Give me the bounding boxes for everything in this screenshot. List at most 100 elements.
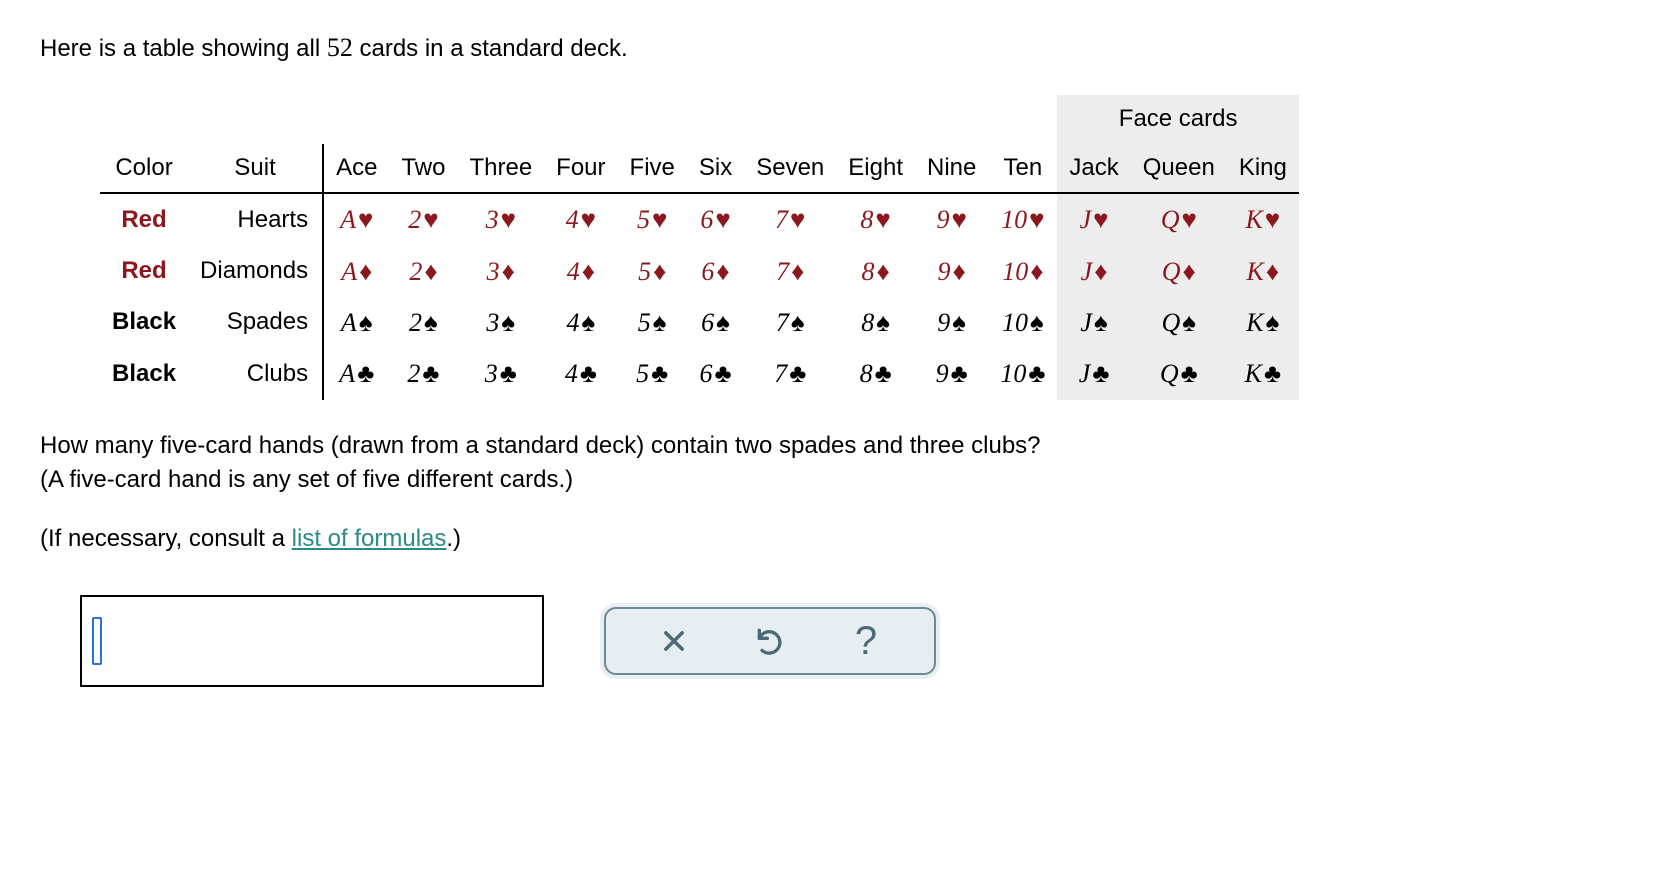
table-row: RedHeartsA♥2♥3♥4♥5♥6♥7♥8♥9♥10♥J♥Q♥K♥ (100, 193, 1299, 245)
card-cell: 8♥ (836, 193, 915, 245)
card-cell: 3♠ (457, 297, 544, 348)
card-cell: J♦ (1057, 246, 1130, 297)
color-cell: Black (100, 297, 188, 348)
color-cell: Black (100, 348, 188, 399)
column-rank: Two (389, 144, 457, 193)
suit-cell: Spades (188, 297, 323, 348)
hint-prefix: (If necessary, consult a (40, 525, 292, 552)
deck-count: 52 (327, 33, 353, 62)
card-cell: 7♠ (744, 297, 836, 348)
color-cell: Red (100, 246, 188, 297)
intro-prefix: Here is a table showing all (40, 35, 327, 62)
column-rank: Five (618, 144, 687, 193)
color-cell: Red (100, 193, 188, 245)
column-rank: Eight (836, 144, 915, 193)
column-rank: King (1227, 144, 1299, 193)
card-cell: 10♥ (988, 193, 1057, 245)
question-line-2: (A five-card hand is any set of five dif… (40, 464, 1626, 496)
suit-cell: Clubs (188, 348, 323, 399)
card-cell: 3♦ (457, 246, 544, 297)
table-row: BlackClubsA♣2♣3♣4♣5♣6♣7♣8♣9♣10♣J♣Q♣K♣ (100, 348, 1299, 399)
card-cell: A♦ (323, 246, 389, 297)
card-cell: 8♦ (836, 246, 915, 297)
cards-table-body: RedHeartsA♥2♥3♥4♥5♥6♥7♥8♥9♥10♥J♥Q♥K♥RedD… (100, 193, 1299, 400)
card-cell: Q♦ (1131, 246, 1227, 297)
card-cell: 10♦ (988, 246, 1057, 297)
card-cell: 2♦ (389, 246, 457, 297)
card-cell: 7♥ (744, 193, 836, 245)
card-cell: 4♣ (544, 348, 617, 399)
hint-suffix: .) (446, 525, 461, 552)
face-header-row: Face cards (100, 95, 1299, 143)
card-cell: A♥ (323, 193, 389, 245)
card-cell: 5♥ (618, 193, 687, 245)
card-cell: J♥ (1057, 193, 1130, 245)
column-suit: Suit (188, 144, 323, 193)
column-header-row: Color Suit AceTwoThreeFourFiveSixSevenEi… (100, 144, 1299, 193)
card-cell: 5♠ (618, 297, 687, 348)
close-icon (660, 627, 688, 655)
card-cell: K♦ (1227, 246, 1299, 297)
question-line-1: How many five-card hands (drawn from a s… (40, 430, 1626, 462)
card-cell: 7♣ (744, 348, 836, 399)
answer-toolbar: ? (604, 607, 936, 675)
reset-button[interactable] (752, 623, 788, 659)
column-rank: Four (544, 144, 617, 193)
card-cell: 2♥ (389, 193, 457, 245)
card-cell: 9♠ (915, 297, 988, 348)
column-color: Color (100, 144, 188, 193)
card-cell: 5♦ (618, 246, 687, 297)
clear-button[interactable] (656, 623, 692, 659)
suit-cell: Diamonds (188, 246, 323, 297)
column-rank: Jack (1057, 144, 1130, 193)
column-rank: Seven (744, 144, 836, 193)
card-cell: 4♥ (544, 193, 617, 245)
card-cell: J♠ (1057, 297, 1130, 348)
card-cell: A♠ (323, 297, 389, 348)
cards-table: Face cards Color Suit AceTwoThreeFourFiv… (100, 95, 1299, 399)
undo-icon (754, 625, 786, 657)
card-cell: 3♥ (457, 193, 544, 245)
card-cell: Q♣ (1131, 348, 1227, 399)
column-rank: Ace (323, 144, 389, 193)
card-cell: 10♣ (988, 348, 1057, 399)
formulas-link[interactable]: list of formulas (292, 525, 447, 552)
card-cell: K♥ (1227, 193, 1299, 245)
card-cell: 8♣ (836, 348, 915, 399)
help-button[interactable]: ? (848, 623, 884, 659)
column-rank: Queen (1131, 144, 1227, 193)
answer-input[interactable] (80, 595, 544, 687)
card-cell: A♣ (323, 348, 389, 399)
face-cards-header: Face cards (1057, 95, 1298, 143)
card-cell: 7♦ (744, 246, 836, 297)
card-cell: 8♠ (836, 297, 915, 348)
card-cell: 4♠ (544, 297, 617, 348)
card-cell: Q♠ (1131, 297, 1227, 348)
card-cell: 2♣ (389, 348, 457, 399)
suit-cell: Hearts (188, 193, 323, 245)
intro-suffix: cards in a standard deck. (353, 35, 628, 62)
card-cell: 6♥ (687, 193, 744, 245)
hint-text: (If necessary, consult a list of formula… (40, 523, 1626, 555)
card-cell: 10♠ (988, 297, 1057, 348)
card-cell: 6♠ (687, 297, 744, 348)
card-cell: 5♣ (618, 348, 687, 399)
card-cell: Q♥ (1131, 193, 1227, 245)
intro-text: Here is a table showing all 52 cards in … (40, 30, 1626, 65)
card-cell: K♠ (1227, 297, 1299, 348)
card-cell: J♣ (1057, 348, 1130, 399)
card-cell: 9♦ (915, 246, 988, 297)
table-row: BlackSpadesA♠2♠3♠4♠5♠6♠7♠8♠9♠10♠J♠Q♠K♠ (100, 297, 1299, 348)
card-cell: 9♣ (915, 348, 988, 399)
card-cell: 2♠ (389, 297, 457, 348)
text-cursor (92, 617, 102, 665)
card-cell: 6♣ (687, 348, 744, 399)
answer-row: ? (80, 595, 1626, 687)
card-cell: 3♣ (457, 348, 544, 399)
card-cell: 6♦ (687, 246, 744, 297)
column-rank: Six (687, 144, 744, 193)
card-cell: K♣ (1227, 348, 1299, 399)
card-cell: 4♦ (544, 246, 617, 297)
column-rank: Nine (915, 144, 988, 193)
table-row: RedDiamondsA♦2♦3♦4♦5♦6♦7♦8♦9♦10♦J♦Q♦K♦ (100, 246, 1299, 297)
